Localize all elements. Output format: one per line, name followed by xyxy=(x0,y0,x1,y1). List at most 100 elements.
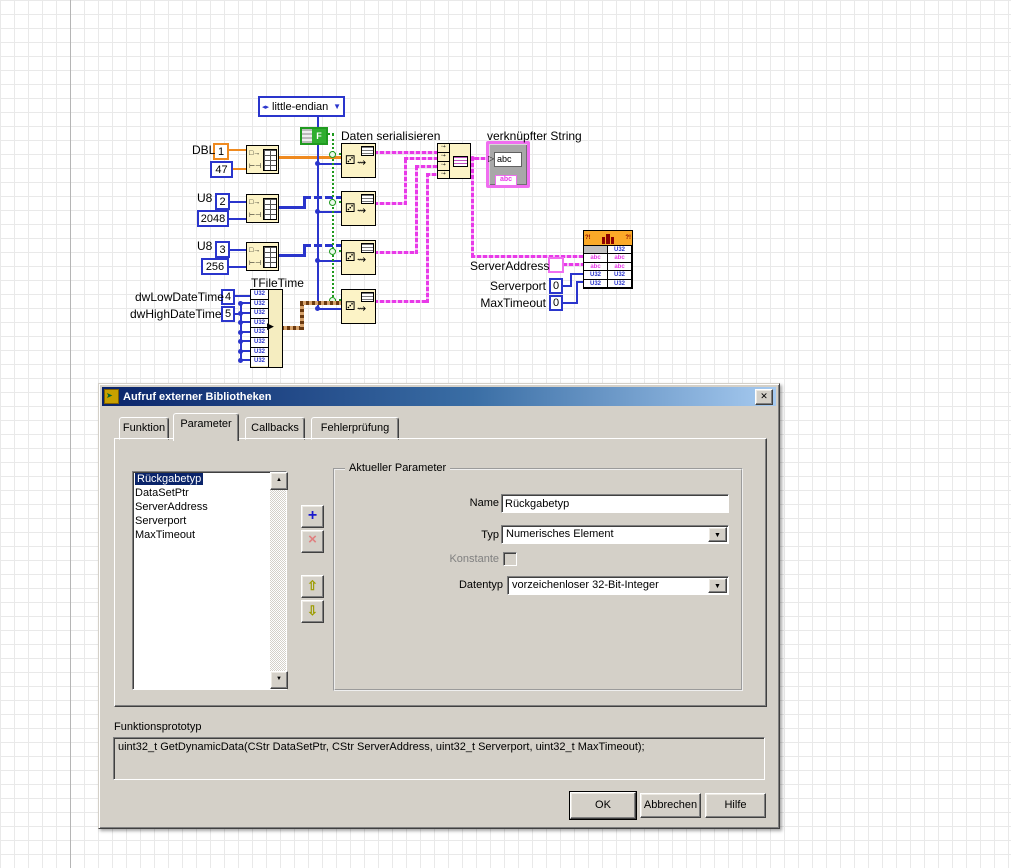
vi-icon-glyph: ➤ xyxy=(106,391,113,400)
type-icon xyxy=(361,146,374,156)
remove-parameter-button[interactable]: × xyxy=(301,530,324,553)
cancel-button[interactable]: Abbrechen xyxy=(640,793,701,818)
wire xyxy=(229,149,246,151)
max-timeout-control[interactable]: 0 xyxy=(549,295,563,311)
scroll-up-button[interactable]: ▲ xyxy=(270,472,288,490)
datentyp-combobox[interactable]: vorzeichenloser 32-Bit-Integer ▼ xyxy=(507,576,729,595)
move-down-button[interactable]: ⇩ xyxy=(301,600,324,623)
numeric-constant[interactable]: 2 xyxy=(215,193,230,210)
dice-icon: ⚂ xyxy=(345,153,356,167)
library-icon xyxy=(602,233,614,244)
list-item[interactable]: DataSetPtr xyxy=(133,486,286,500)
move-up-button[interactable]: ⇧ xyxy=(301,575,324,598)
server-address-control[interactable] xyxy=(548,257,564,273)
numeric-constant[interactable]: 256 xyxy=(201,258,229,275)
numeric-constant[interactable]: 1 xyxy=(213,143,229,160)
close-icon: ✕ xyxy=(760,391,768,401)
konstante-checkbox[interactable] xyxy=(503,552,517,566)
wire-junction xyxy=(238,320,243,325)
wire xyxy=(374,151,437,154)
help-button[interactable]: Hilfe xyxy=(705,793,766,818)
cluster-label: TFileTime xyxy=(251,276,304,290)
group-title: Aktueller Parameter xyxy=(345,462,451,474)
cluster-bundle-node[interactable]: U32 U32 U32 U32 U32 U32 U32 U32 ▶ xyxy=(250,289,283,368)
string-indicator-value[interactable]: abc xyxy=(494,152,522,167)
list-item[interactable]: MaxTimeout xyxy=(133,528,286,542)
tab-label: Parameter xyxy=(180,418,232,430)
clfn-cell: U32 xyxy=(583,278,608,288)
wire xyxy=(374,300,429,303)
name-input[interactable] xyxy=(501,494,729,513)
add-parameter-button[interactable]: + xyxy=(301,505,324,528)
enum-dropdown-icon[interactable]: ▼ xyxy=(333,102,341,111)
concat-input-icon: ▫+ xyxy=(441,171,446,177)
typ-combobox[interactable]: Numerisches Element ▼ xyxy=(501,525,729,544)
wire-junction xyxy=(315,161,320,166)
tab-callbacks[interactable]: Callbacks xyxy=(245,417,305,440)
wire xyxy=(242,302,250,304)
cluster-element-type: U32 xyxy=(251,347,268,358)
ok-button[interactable]: OK xyxy=(570,792,636,819)
string-type-tag: abc xyxy=(495,175,517,186)
listbox-scrollbar[interactable]: ▲ ▼ xyxy=(270,472,288,689)
wire xyxy=(300,303,304,330)
init-array-node[interactable]: □→ ⊢⊣ xyxy=(246,145,279,174)
close-button[interactable]: ✕ xyxy=(755,389,773,405)
wire-junction xyxy=(238,330,243,335)
dice-icon: ⚂ xyxy=(345,250,356,264)
index-range-icon: ⊢⊣ xyxy=(249,260,262,267)
string-indicator[interactable]: ▷ abc abc xyxy=(486,141,530,188)
list-item[interactable]: Serverport xyxy=(133,514,286,528)
list-item[interactable]: ServerAddress xyxy=(133,500,286,514)
cluster-element-type: U32 xyxy=(251,318,268,329)
enum-constant-little-endian[interactable]: ◂▸ little-endian ▼ xyxy=(258,96,345,117)
tab-fehlerpruefung[interactable]: Fehlerprüfung xyxy=(311,417,399,440)
numeric-constant[interactable]: 2048 xyxy=(197,210,229,227)
wire xyxy=(229,218,246,220)
boolean-false-constant[interactable]: F xyxy=(300,127,328,145)
scroll-down-button[interactable]: ▼ xyxy=(270,671,288,689)
enum-nav-icon[interactable]: ◂▸ xyxy=(262,103,269,111)
wire xyxy=(303,196,341,199)
labview-vi-icon: ➤ xyxy=(104,389,119,404)
wire-junction xyxy=(238,301,243,306)
clfn-marks: ?! xyxy=(585,235,591,241)
wire xyxy=(319,163,341,165)
dialog-titlebar[interactable]: ➤ Aufruf externer Bibliotheken ✕ xyxy=(102,387,776,406)
grid-major-line xyxy=(70,0,71,868)
wire xyxy=(415,165,418,254)
flatten-to-string-node[interactable]: ⚂ ⇝ xyxy=(341,289,376,324)
combo-arrow-button[interactable]: ▼ xyxy=(708,527,727,542)
enum-value: little-endian xyxy=(272,100,329,113)
tab-parameter[interactable]: Parameter xyxy=(173,413,239,441)
cluster-element-type: U32 xyxy=(251,328,268,338)
down-arrow-icon: ⇩ xyxy=(307,603,318,618)
init-array-node[interactable]: □→ ⊢⊣ xyxy=(246,242,279,271)
up-arrow-icon: ⇧ xyxy=(307,578,318,593)
constant-value: 5 xyxy=(224,308,232,320)
dwhighdatetime-label: dwHighDateTime xyxy=(130,307,222,321)
wire xyxy=(235,295,250,297)
concatenate-strings-node[interactable]: ▫+ ▫+ ▫+ ▫+ xyxy=(437,143,471,179)
clfn-header: ?! ?! xyxy=(584,231,632,246)
combo-arrow-button[interactable]: ▼ xyxy=(708,578,727,593)
wire-junction xyxy=(329,151,336,158)
flatten-to-string-node[interactable]: ⚂ ⇝ xyxy=(341,191,376,226)
serverport-control[interactable]: 0 xyxy=(549,278,563,294)
wire xyxy=(242,321,250,323)
wire-junction xyxy=(315,258,320,263)
parameter-listbox[interactable]: Rückgabetyp DataSetPtr ServerAddress Ser… xyxy=(132,471,288,690)
init-array-node[interactable]: □→ ⊢⊣ xyxy=(246,194,279,223)
numeric-constant[interactable]: 5 xyxy=(221,306,235,322)
squiggle-arrow-icon: ⇝ xyxy=(357,303,367,315)
constant-value: 1 xyxy=(217,145,225,158)
numeric-constant[interactable]: 47 xyxy=(210,161,233,178)
flatten-to-string-node[interactable]: ⚂ ⇝ xyxy=(341,240,376,275)
flatten-to-string-node[interactable]: ⚂ ⇝ xyxy=(341,143,376,178)
call-library-function-node[interactable]: ?! ?! U32 abc abc abc abc U32 U32 U32 U3… xyxy=(583,230,633,289)
tab-funktion[interactable]: Funktion xyxy=(119,417,169,440)
wire-junction xyxy=(315,306,320,311)
typ-value: Numerisches Element xyxy=(506,528,614,540)
list-item-label[interactable]: Rückgabetyp xyxy=(135,473,204,485)
numeric-constant[interactable]: 3 xyxy=(215,241,230,258)
